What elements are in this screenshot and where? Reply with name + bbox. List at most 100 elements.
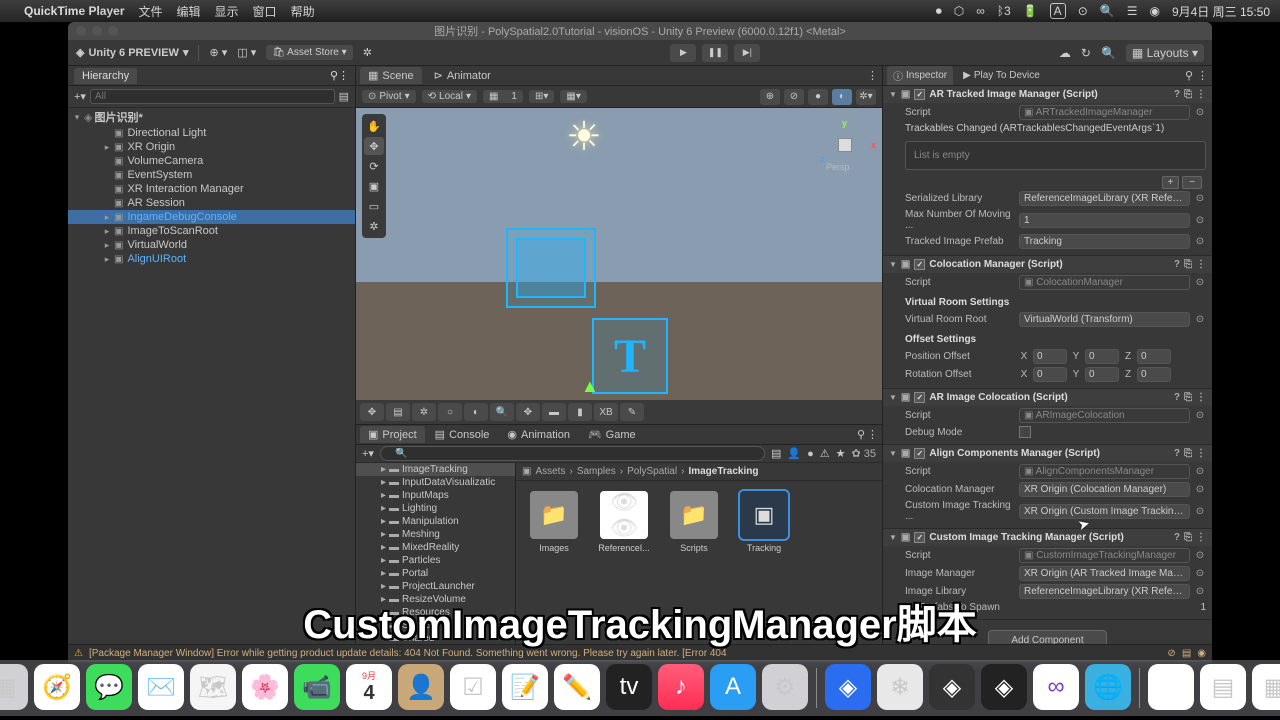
property-row[interactable]: Max Number Of Moving ...1⊙: [905, 209, 1206, 231]
dock-safari-icon[interactable]: 🧭: [34, 664, 80, 710]
status-icon-a[interactable]: ⊘: [1167, 648, 1175, 659]
project-tree-item[interactable]: ▸▬Portal: [356, 567, 515, 580]
list-add-icon[interactable]: +: [1162, 176, 1180, 189]
status-icon-b[interactable]: ▤: [1182, 648, 1191, 659]
proj-filter-3[interactable]: ●: [807, 448, 814, 460]
dock-doc-2-icon[interactable]: ▤: [1200, 664, 1246, 710]
dock-tv-icon[interactable]: tv: [606, 664, 652, 710]
hierarchy-item[interactable]: ▸▣AlignUIRoot: [68, 252, 355, 266]
grid-toggle[interactable]: ▦ 1: [483, 90, 523, 103]
dock-mail-icon[interactable]: ✉️: [138, 664, 184, 710]
siri-icon[interactable]: ◉: [1149, 4, 1159, 18]
dock-doc-1-icon[interactable]: [1148, 664, 1194, 710]
input-icon[interactable]: A: [1050, 3, 1066, 19]
vector-row[interactable]: Position OffsetX0Y0Z0: [905, 349, 1206, 364]
property-row[interactable]: Debug Mode: [905, 426, 1206, 438]
ov-xb[interactable]: XB: [594, 403, 618, 421]
help-icon[interactable]: ?: [1174, 532, 1180, 543]
ov-7[interactable]: ✥: [516, 403, 540, 421]
rect-tool-icon[interactable]: ▭: [364, 197, 384, 215]
property-row[interactable]: Trackables Changed (ARTrackablesChangedE…: [905, 123, 1206, 134]
help-icon[interactable]: ?: [1174, 392, 1180, 403]
project-tree-item[interactable]: ▸▬Lighting: [356, 502, 515, 515]
hierarchy-item[interactable]: ▣EventSystem: [68, 168, 355, 182]
animation-tab[interactable]: ◉ Animation: [499, 426, 578, 443]
component-header[interactable]: ▼▣✓AR Tracked Image Manager (Script)?⎘⋮: [883, 86, 1212, 103]
scene-object-panel[interactable]: [506, 228, 596, 308]
move-gizmo-icon[interactable]: ▲: [581, 376, 599, 397]
wifi-icon[interactable]: ⊙: [1078, 4, 1088, 18]
dock-doc-3-icon[interactable]: ▦: [1252, 664, 1280, 710]
menu-view[interactable]: 显示: [215, 3, 239, 20]
snap2-icon[interactable]: ▦▾: [560, 90, 586, 103]
layouts-dropdown[interactable]: ▦ Layouts ▾: [1126, 44, 1204, 62]
traffic-max[interactable]: [108, 26, 118, 36]
proj-filter-5[interactable]: ★: [836, 447, 846, 460]
property-row[interactable]: Script▣ ARImageColocation⊙: [905, 408, 1206, 423]
console-tab[interactable]: ▤ Console: [427, 426, 498, 443]
project-asset[interactable]: ▣Tracking: [736, 491, 792, 553]
preset-icon[interactable]: ⎘: [1184, 392, 1192, 403]
inspector-menu-icon[interactable]: ⋮: [1197, 69, 1208, 82]
property-row[interactable]: Script▣ AlignComponentsManager⊙: [905, 464, 1206, 479]
game-tab[interactable]: 🎮 Game: [580, 426, 644, 443]
dock-unity-icon[interactable]: ◈: [929, 664, 975, 710]
dock-photos-icon[interactable]: 🌸: [242, 664, 288, 710]
component-header[interactable]: ▼▣✓Colocation Manager (Script)?⎘⋮: [883, 256, 1212, 273]
dock-notes-icon[interactable]: 📝: [502, 664, 548, 710]
component-menu-icon[interactable]: ⋮: [1196, 392, 1206, 403]
hierarchy-item[interactable]: ▣Directional Light: [68, 126, 355, 140]
animator-tab[interactable]: ⊳ Animator: [426, 67, 499, 84]
dock-vs-icon[interactable]: ∞: [1033, 664, 1079, 710]
view-icon-2[interactable]: ⊘: [784, 89, 804, 105]
project-tree-item[interactable]: ▸▬MixedReality: [356, 541, 515, 554]
list-remove-icon[interactable]: −: [1182, 176, 1202, 189]
warning-icon[interactable]: ⚠: [74, 648, 83, 659]
project-add-icon[interactable]: +▾: [362, 447, 374, 460]
dock-browser-icon[interactable]: 🌐: [1085, 664, 1131, 710]
project-tree-item[interactable]: ▸▬InputMaps: [356, 489, 515, 502]
cloud-icon[interactable]: ⊕ ▾: [209, 46, 227, 59]
project-tree-item[interactable]: ▸▬Manipulation: [356, 515, 515, 528]
inspector-tab[interactable]: ⓘ Inspector: [887, 66, 953, 85]
ov-1[interactable]: ✥: [360, 403, 384, 421]
dock-freeform-icon[interactable]: ✏️: [554, 664, 600, 710]
hierarchy-menu-icon[interactable]: ⋮: [338, 69, 349, 82]
hierarchy-item[interactable]: ▸▣IngameDebugConsole: [68, 210, 355, 224]
spotlight-icon[interactable]: 🔍: [1100, 4, 1115, 18]
project-tree-item[interactable]: ▸▬ImageTracking: [356, 463, 515, 476]
ov-9[interactable]: ▮: [568, 403, 592, 421]
ov-5[interactable]: ◐: [464, 403, 488, 421]
traffic-close[interactable]: [76, 26, 86, 36]
hierarchy-lock-icon[interactable]: ⚲: [330, 69, 338, 82]
project-search-input[interactable]: [380, 446, 765, 461]
project-asset[interactable]: 📁Scripts: [666, 491, 722, 553]
add-component-button[interactable]: Add Component: [988, 630, 1106, 644]
scale-tool-icon[interactable]: ▣: [364, 177, 384, 195]
hierarchy-add-icon[interactable]: +▾: [74, 90, 86, 103]
hierarchy-scene-row[interactable]: ▾◈ 图片识别*: [68, 108, 355, 126]
view-icon-5[interactable]: ✲▾: [856, 89, 876, 105]
scene-viewport[interactable]: ✋ ✥ ⟳ ▣ ▭ ✲ ☀ y x z Persp T: [356, 108, 882, 424]
scene-tab[interactable]: ▦ Scene: [360, 67, 422, 84]
property-row[interactable]: Serialized LibraryReferenceImageLibrary …: [905, 191, 1206, 206]
hierarchy-item[interactable]: ▣AR Session: [68, 196, 355, 210]
component-header[interactable]: ▼▣✓Custom Image Tracking Manager (Script…: [883, 529, 1212, 546]
preset-icon[interactable]: ⎘: [1184, 89, 1192, 100]
dock-app-2-icon[interactable]: ❄: [877, 664, 923, 710]
cloud-sync-icon[interactable]: ☁: [1059, 46, 1071, 60]
local-toggle[interactable]: ⟲ Local▾: [422, 90, 477, 103]
hierarchy-tab[interactable]: Hierarchy: [74, 68, 137, 84]
dock-unityhub-icon[interactable]: ◈: [981, 664, 1027, 710]
project-tree-item[interactable]: ▸▬Particles: [356, 554, 515, 567]
project-tab[interactable]: ▣ Project: [360, 426, 425, 443]
traffic-min[interactable]: [92, 26, 102, 36]
ov-8[interactable]: ▬: [542, 403, 566, 421]
property-row[interactable]: Custom Image Tracking ...XR Origin (Cust…: [905, 500, 1206, 522]
view-icon-3[interactable]: ●: [808, 89, 828, 105]
ov-2[interactable]: ▤: [386, 403, 410, 421]
project-asset[interactable]: 👁👁ReferenceI...: [596, 491, 652, 553]
project-tree-item[interactable]: ▸▬Meshing: [356, 528, 515, 541]
dock-facetime-icon[interactable]: 📹: [294, 664, 340, 710]
ov-10[interactable]: ✎: [620, 403, 644, 421]
